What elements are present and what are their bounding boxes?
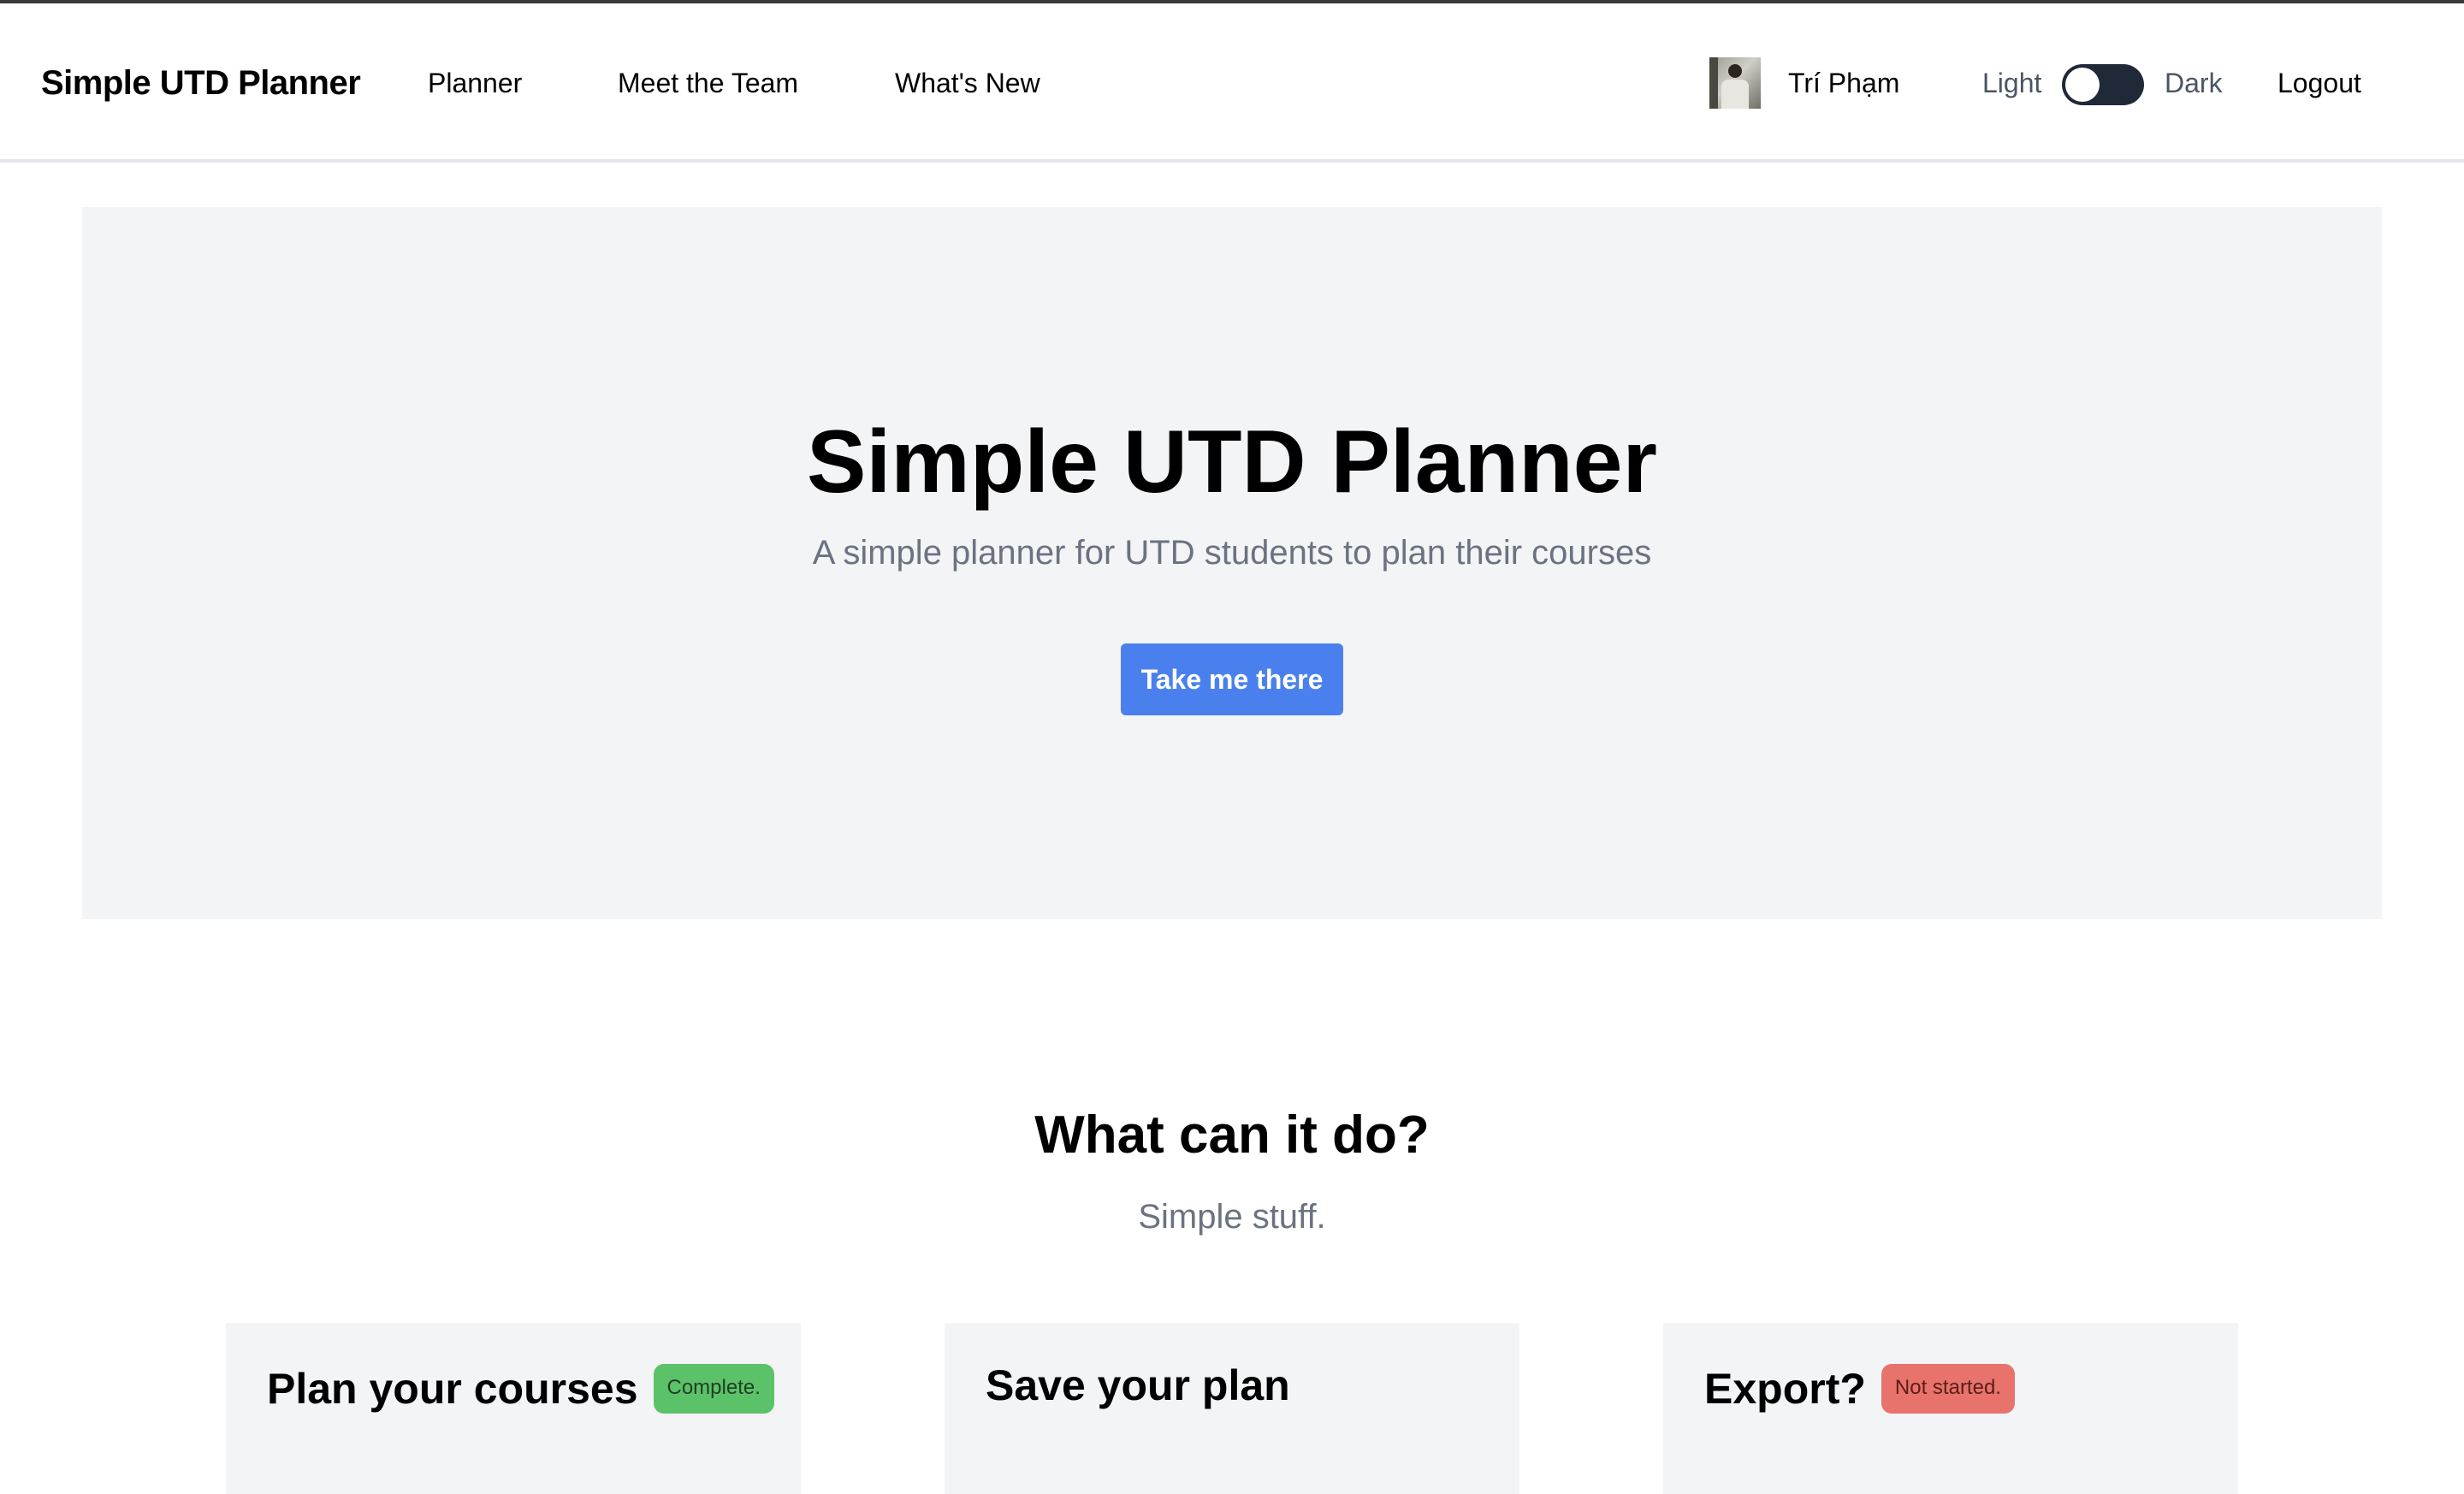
take-me-there-button[interactable]: Take me there [1121,643,1343,715]
user-name: Trí Phạm [1788,67,1900,98]
theme-toggle[interactable] [2062,64,2144,105]
user-avatar[interactable] [1709,57,1761,109]
theme-toggle-knob [2065,68,2100,102]
status-badge-not-started: Not started. [1881,1364,2015,1414]
feature-card-export: Export? Not started. [1663,1323,2238,1494]
theme-dark-label: Dark [2165,67,2223,98]
nav-link-whats-new[interactable]: What's New [895,3,1040,163]
feature-card-plan: Plan your courses Complete. [226,1323,801,1494]
navbar: Simple UTD Planner Planner Meet the Team… [0,3,2464,163]
features-subtitle: Simple stuff. [1138,1198,1326,1236]
hero-subtitle: A simple planner for UTD students to pla… [812,534,1652,572]
features-title: What can it do? [1034,1106,1430,1165]
status-badge-complete: Complete. [653,1364,774,1414]
feature-card-save: Save your plan [945,1323,1519,1494]
theme-light-label: Light [1982,67,2042,98]
nav-link-planner[interactable]: Planner [428,3,522,163]
feature-card-title: Plan your courses [267,1365,638,1413]
feature-card-title: Save your plan [986,1361,1290,1409]
logout-button[interactable]: Logout [2277,3,2361,163]
nav-link-meet-the-team[interactable]: Meet the Team [618,3,798,163]
brand-link[interactable]: Simple UTD Planner [41,3,361,163]
hero-title: Simple UTD Planner [807,412,1657,512]
feature-card-title: Export? [1704,1365,1866,1413]
